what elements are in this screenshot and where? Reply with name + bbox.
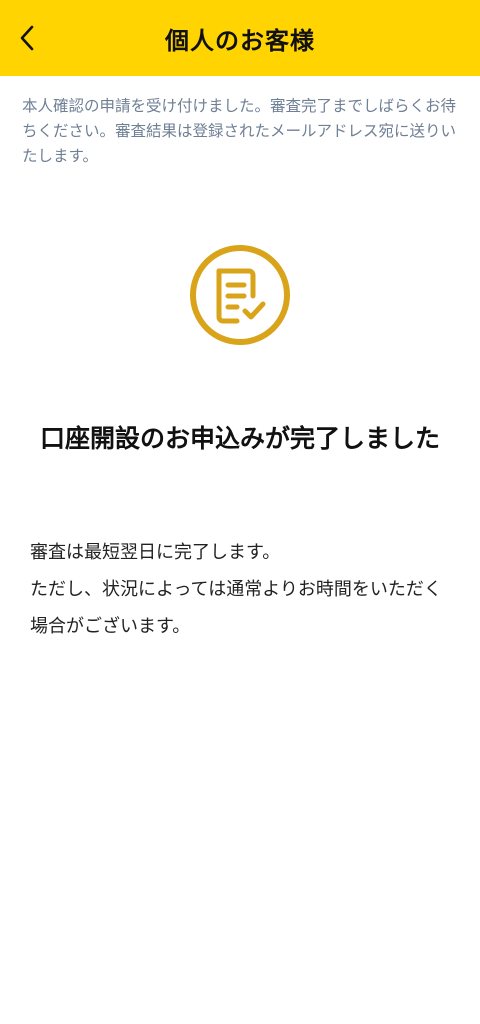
review-message-line-2: ただし、状況によっては通常よりお時間をいただく場合がございます。	[30, 579, 442, 637]
review-message: 審査は最短翌日に完了します。 ただし、状況によっては通常よりお時間をいただく場合…	[30, 534, 455, 645]
app-header: 個人のお客様	[0, 0, 480, 76]
application-received-notice: 本人確認の申請を受け付けました。審査完了までしばらくお待ちください。審査結果は登…	[22, 97, 457, 165]
review-message-line-1: 審査は最短翌日に完了します。	[30, 542, 281, 563]
document-check-icon	[189, 244, 291, 346]
page-title: 個人のお客様	[165, 27, 315, 55]
completion-heading: 口座開設のお申込みが完了しました	[39, 424, 440, 453]
